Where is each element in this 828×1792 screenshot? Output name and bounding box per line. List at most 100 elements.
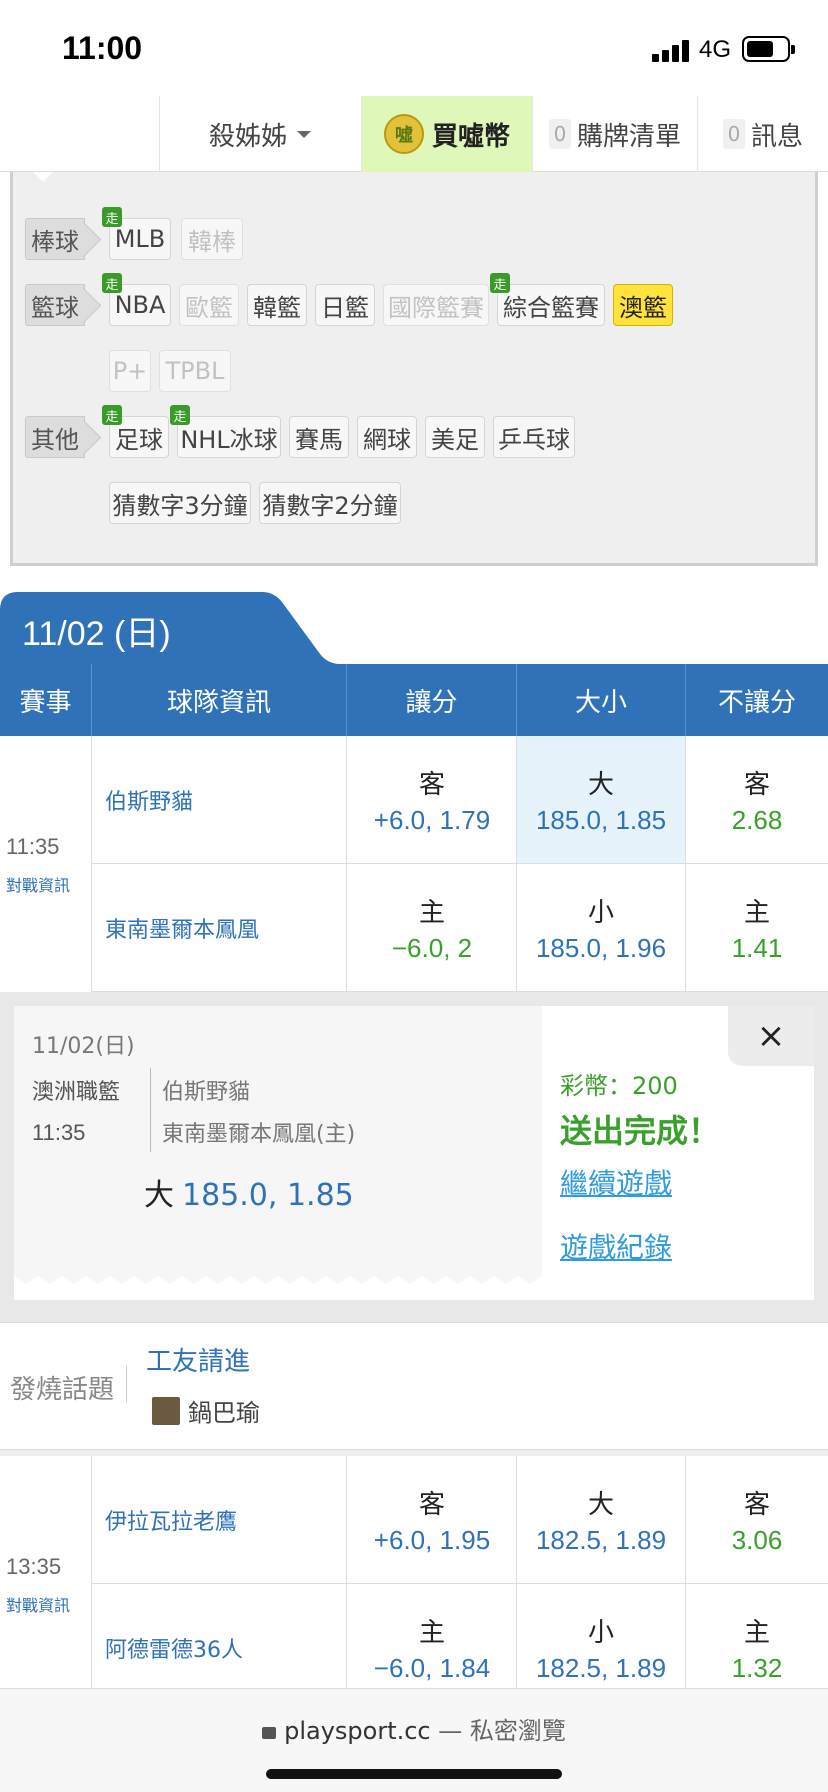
category-basketball: 籃球 <box>25 284 85 326</box>
total-cell-selected[interactable]: 大 185.0, 1.85 <box>517 736 686 863</box>
h2h-link[interactable]: 對戰資訊 <box>6 1592 70 1616</box>
user-menu[interactable]: 殺姊姊 <box>159 96 360 172</box>
purchase-list-button[interactable]: 0 購牌清單 <box>532 96 697 172</box>
battery-icon <box>742 36 795 62</box>
spread-cell[interactable]: 主 −6.0, 2 <box>348 864 517 991</box>
away-row: 伯斯野貓 客 +6.0, 1.79 大 185.0, 1.85 客 2.68 <box>92 736 828 864</box>
walk-badge: 走 <box>490 273 510 293</box>
game-history-link[interactable]: 遊戲紀錄 <box>560 1226 672 1266</box>
ticket-bet: 大 185.0, 1.85 <box>144 1170 354 1214</box>
chip-mlb[interactable]: MLB 走 <box>102 207 171 260</box>
status-time: 11:00 <box>62 30 143 66</box>
submit-success: 送出完成！ <box>560 1112 721 1150</box>
moneyline-cell[interactable]: 客 2.68 <box>686 736 828 863</box>
date-label: 11/02 (日) <box>22 615 171 653</box>
hot-topic-label: 發燒話題 <box>10 1375 115 1405</box>
col-team-info: 球隊資訊 <box>92 664 347 736</box>
sport-selector: 棒球 MLB 走 韓棒 籃球 NBA 走 歐籃 韓籃 日籃 國際籃賽 綜合籃賽走 澳… <box>10 172 818 566</box>
chip-kbo[interactable]: 韓棒 <box>181 218 243 260</box>
caret-down-icon <box>297 130 311 138</box>
bet-confirmation-popup: 11/02(日) 澳洲職籃 11:35 伯斯野貓 東南墨爾本鳳凰(主) 大 185… <box>14 1006 814 1300</box>
team-name[interactable]: 東南墨爾本鳳凰 <box>92 864 347 991</box>
chip-american-football[interactable]: 美足 <box>425 416 485 458</box>
ticket-bet-value: 185.0, 1.85 <box>182 1178 354 1213</box>
avatar <box>152 1396 180 1425</box>
url-bar[interactable]: playsport.cc — 私密瀏覽 <box>0 1711 828 1746</box>
walk-badge: 走 <box>102 273 122 293</box>
signal-icon <box>652 38 690 62</box>
buy-coins-button[interactable]: 噓 買噓幣 <box>361 96 532 172</box>
col-moneyline: 不讓分 <box>717 687 796 718</box>
chip-horse-racing[interactable]: 賽馬 <box>289 416 349 458</box>
col-spread: 讓分 <box>347 664 517 736</box>
coin-icon: 噓 <box>383 114 424 154</box>
coins-balance: 彩幣：200 <box>560 1072 678 1100</box>
continue-game-link[interactable]: 繼續遊戲 <box>560 1162 672 1202</box>
ticket-date: 11/02(日) <box>32 1034 135 1059</box>
hot-topic-title[interactable]: 工友請進 <box>146 1341 250 1378</box>
game-time-cell: 11:35 對戰資訊 <box>0 736 92 992</box>
message-count: 0 <box>722 119 745 149</box>
hot-topic: 發燒話題 工友請進 鍋巴瑜 <box>0 1322 828 1450</box>
game-time: 11:35 <box>6 834 60 859</box>
bet-confirmation-area: 11/02(日) 澳洲職籃 11:35 伯斯野貓 東南墨爾本鳳凰(主) 大 185… <box>0 992 828 1322</box>
chip-table-tennis[interactable]: 乒乓球 <box>493 416 575 458</box>
odds-table-header: 賽事 球隊資訊 讓分 大小 不讓分 <box>0 664 828 736</box>
cart-count: 0 <box>548 119 571 149</box>
messages-button[interactable]: 0 訊息 <box>697 96 828 172</box>
game-row: 11:35 對戰資訊 伯斯野貓 客 +6.0, 1.79 大 185.0, 1.85… <box>0 736 828 992</box>
close-icon[interactable]: × <box>728 1006 814 1066</box>
browser-bar: playsport.cc — 私密瀏覽 <box>0 1688 828 1792</box>
team-name[interactable]: 伊拉瓦拉老鷹 <box>92 1456 347 1583</box>
messages-label: 訊息 <box>750 121 803 152</box>
h2h-link[interactable]: 對戰資訊 <box>6 872 70 896</box>
ticket-league: 澳洲職籃 <box>32 1080 121 1105</box>
moneyline-cell[interactable]: 主 1.41 <box>686 864 828 991</box>
home-indicator[interactable] <box>266 1769 562 1779</box>
spread-cell[interactable]: 客 +6.0, 1.79 <box>348 736 517 863</box>
ticket-bet-label: 大 <box>144 1178 174 1213</box>
home-row: 東南墨爾本鳳凰 主 −6.0, 2 小 185.0, 1.96 主 1.41 <box>92 864 828 992</box>
category-baseball: 棒球 <box>25 218 85 260</box>
chip-tpbl[interactable]: TPBL <box>159 350 231 392</box>
status-bar: 11:00 4G <box>0 0 828 96</box>
lock-icon <box>262 1727 277 1739</box>
hot-topic-author[interactable]: 鍋巴瑜 <box>152 1393 260 1428</box>
chip-tennis[interactable]: 網球 <box>357 416 417 458</box>
date-header: 11/02 (日) <box>0 592 828 664</box>
game-time: 13:35 <box>6 1554 62 1579</box>
chip-p-plus[interactable]: P+ <box>109 350 151 392</box>
url-text: playsport.cc <box>284 1717 431 1745</box>
purchase-list-label: 購牌清單 <box>576 121 681 152</box>
total-cell[interactable]: 小 185.0, 1.96 <box>517 864 686 991</box>
moneyline-cell[interactable]: 客 3.06 <box>686 1456 828 1583</box>
chip-nba[interactable]: NBA 走 <box>102 273 171 326</box>
game-time-cell: 13:35 對戰資訊 <box>0 1456 92 1712</box>
team-name[interactable]: 伯斯野貓 <box>92 736 347 863</box>
chip-korea-basketball[interactable]: 韓籃 <box>247 284 307 326</box>
chip-intl-basketball[interactable]: 國際籃賽 <box>383 284 489 326</box>
chip-australia-basketball[interactable]: 澳籃 <box>613 284 673 326</box>
walk-badge: 走 <box>102 207 122 227</box>
chip-euro-basketball[interactable]: 歐籃 <box>179 284 239 326</box>
walk-badge: 走 <box>102 405 122 425</box>
chip-guess-number-2min[interactable]: 猜數字2分鐘 <box>259 482 401 524</box>
user-name: 殺姊姊 <box>208 121 287 152</box>
top-nav: 殺姊姊 噓 買噓幣 0 購牌清單 0 訊息 <box>0 96 828 172</box>
chip-combined-basketball[interactable]: 綜合籃賽走 <box>490 273 605 326</box>
chip-nhl[interactable]: NHL冰球走 <box>170 405 281 458</box>
chip-soccer[interactable]: 足球走 <box>102 405 169 458</box>
ticket-team-away: 伯斯野貓 <box>162 1080 251 1105</box>
ticket-torn-edge <box>14 1270 542 1284</box>
col-total: 大小 <box>517 664 686 736</box>
chip-guess-number-3min[interactable]: 猜數字3分鐘 <box>109 482 251 524</box>
private-mode-label: — 私密瀏覽 <box>438 1717 566 1745</box>
total-cell[interactable]: 大 182.5, 1.89 <box>517 1456 686 1583</box>
chip-japan-basketball[interactable]: 日籃 <box>315 284 375 326</box>
ticket-team-home: 東南墨爾本鳳凰(主) <box>162 1122 356 1147</box>
spread-cell[interactable]: 客 +6.0, 1.95 <box>348 1456 517 1583</box>
away-row: 伊拉瓦拉老鷹 客 +6.0, 1.95 大 182.5, 1.89 客 3.06 <box>92 1456 828 1584</box>
walk-badge: 走 <box>170 405 190 425</box>
ticket-time: 11:35 <box>32 1120 86 1145</box>
game-row: 13:35 對戰資訊 伊拉瓦拉老鷹 客 +6.0, 1.95 大 182.5, 1.… <box>0 1456 828 1712</box>
